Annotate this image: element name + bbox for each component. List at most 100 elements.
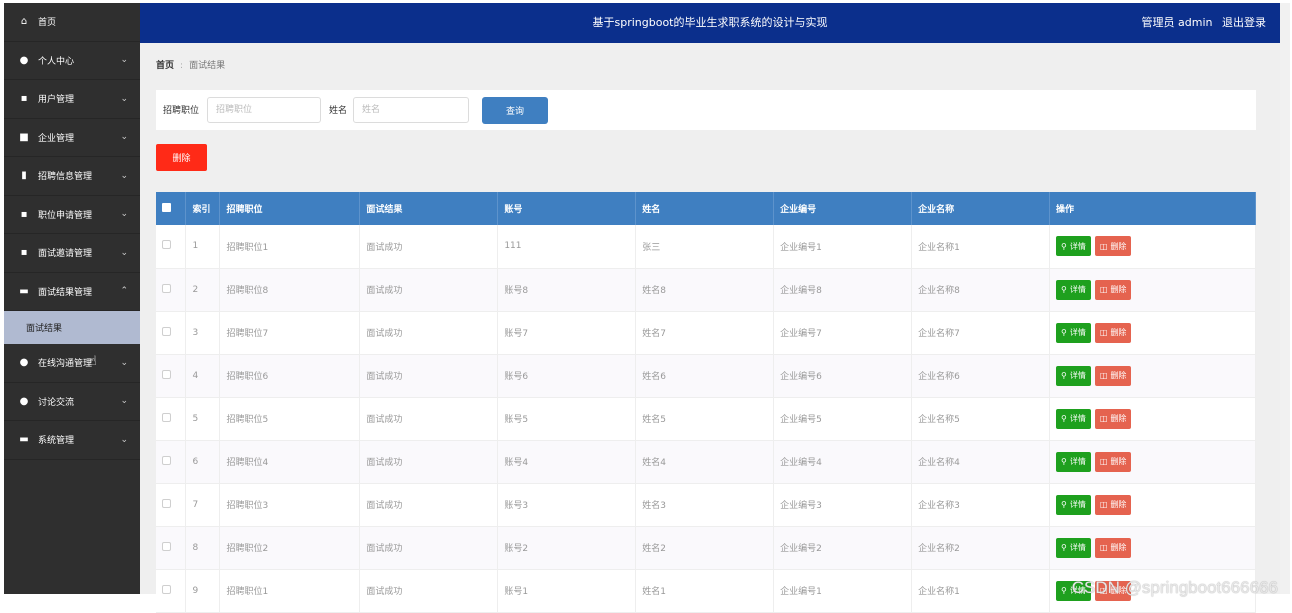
table-cell: 面试成功	[360, 569, 498, 612]
sidebar-item-10[interactable]: ▬系统管理⌄	[4, 421, 140, 460]
trash-icon: ◫	[1100, 414, 1108, 423]
vertical-scrollbar[interactable]	[1280, 3, 1290, 594]
admin-role-label: 管理员 admin	[1142, 16, 1213, 29]
table-cell: 招聘职位5	[220, 397, 360, 440]
row-actions: ⚲详情◫删除	[1050, 483, 1256, 526]
detail-label: 详情	[1070, 241, 1086, 252]
detail-button[interactable]: ⚲详情	[1056, 280, 1091, 300]
row-checkbox[interactable]	[162, 456, 171, 465]
table-cell: 面试成功	[360, 397, 498, 440]
sidebar-item-3[interactable]: ■企业管理⌄	[4, 119, 140, 158]
search-icon: ⚲	[1061, 500, 1067, 509]
table-cell: 企业编号4	[774, 440, 912, 483]
row-checkbox[interactable]	[162, 240, 171, 249]
sidebar-item-8[interactable]: ●在线沟通管理⌄	[4, 344, 140, 383]
detail-button[interactable]: ⚲详情	[1056, 366, 1091, 386]
table-cell: 企业名称1	[912, 225, 1050, 268]
search-icon: ⚲	[1061, 242, 1067, 251]
trash-icon: ◫	[1100, 500, 1108, 509]
chevron-down-icon: ⌄	[120, 132, 128, 142]
card-icon: ▬	[18, 285, 30, 297]
table-cell: 企业编号1	[774, 569, 912, 612]
delete-button[interactable]: ◫删除	[1095, 236, 1132, 256]
row-checkbox[interactable]	[162, 585, 171, 594]
row-checkbox[interactable]	[162, 284, 171, 293]
delete-label: 删除	[1110, 327, 1126, 338]
row-actions: ⚲详情◫删除	[1050, 311, 1256, 354]
row-select-cell	[156, 397, 186, 440]
table-cell: 5	[186, 397, 220, 440]
sidebar-subitem-interview-result[interactable]: 面试结果	[4, 311, 140, 344]
delete-button[interactable]: ◫删除	[1095, 495, 1132, 515]
table-row: 6招聘职位4面试成功账号4姓名4企业编号4企业名称4⚲详情◫删除	[156, 440, 1256, 483]
table-cell: 7	[186, 483, 220, 526]
name-search-input[interactable]	[353, 97, 469, 123]
table-cell: 111	[498, 225, 636, 268]
sidebar-item-2[interactable]: ▪用户管理⌄	[4, 80, 140, 119]
table-cell: 9	[186, 569, 220, 612]
row-checkbox[interactable]	[162, 327, 171, 336]
breadcrumb-home[interactable]: 首页	[156, 61, 174, 71]
detail-button[interactable]: ⚲详情	[1056, 538, 1091, 558]
row-actions: ⚲详情◫删除	[1050, 354, 1256, 397]
breadcrumb-current: 面试结果	[189, 61, 225, 71]
table-cell: 6	[186, 440, 220, 483]
trash-icon: ◫	[1100, 285, 1108, 294]
sidebar-item-7[interactable]: ▬面试结果管理⌃	[4, 273, 140, 312]
delete-button[interactable]: ◫删除	[1095, 366, 1132, 386]
search-button[interactable]: 查询	[482, 97, 548, 124]
row-checkbox[interactable]	[162, 413, 171, 422]
row-checkbox[interactable]	[162, 370, 171, 379]
detail-button[interactable]: ⚲详情	[1056, 452, 1091, 472]
logout-link[interactable]: 退出登录	[1222, 16, 1266, 29]
delete-button[interactable]: ◫删除	[1095, 409, 1132, 429]
bulk-delete-button[interactable]: 删除	[156, 144, 207, 171]
row-checkbox[interactable]	[162, 542, 171, 551]
sidebar-item-4[interactable]: ▮招聘信息管理⌄	[4, 157, 140, 196]
sidebar-item-5[interactable]: ▪职位申请管理⌄	[4, 196, 140, 235]
detail-button[interactable]: ⚲详情	[1056, 323, 1091, 343]
chevron-down-icon: ⌄	[120, 94, 128, 104]
delete-label: 删除	[1110, 456, 1126, 467]
delete-label: 删除	[1110, 413, 1126, 424]
detail-button[interactable]: ⚲详情	[1056, 495, 1091, 515]
detail-button[interactable]: ⚲详情	[1056, 236, 1091, 256]
select-all-header[interactable]	[156, 192, 186, 225]
position-search-input[interactable]	[207, 97, 321, 123]
table-cell: 企业名称2	[912, 526, 1050, 569]
delete-button[interactable]: ◫删除	[1095, 323, 1132, 343]
position-search-label: 招聘职位	[163, 103, 199, 116]
delete-button[interactable]: ◫删除	[1095, 538, 1132, 558]
delete-label: 删除	[1110, 542, 1126, 553]
chevron-down-icon: ⌄	[120, 358, 128, 368]
search-icon: ⚲	[1061, 371, 1067, 380]
column-header: 索引	[186, 192, 220, 225]
user-icon: ●	[18, 395, 30, 407]
row-checkbox[interactable]	[162, 499, 171, 508]
column-header: 企业编号	[774, 192, 912, 225]
detail-label: 详情	[1070, 327, 1086, 338]
sidebar-item-6[interactable]: ▪面试邀请管理⌄	[4, 234, 140, 273]
sidebar-item-9[interactable]: ●讨论交流⌄	[4, 383, 140, 422]
search-icon: ⚲	[1061, 586, 1067, 595]
select-all-checkbox[interactable]	[162, 203, 171, 212]
delete-label: 删除	[1110, 241, 1126, 252]
breadcrumb-separator: :	[180, 61, 183, 71]
header-user-area: 管理员 admin 退出登录	[1142, 3, 1266, 43]
table-cell: 姓名3	[636, 483, 774, 526]
table-cell: 企业名称6	[912, 354, 1050, 397]
column-header: 账号	[498, 192, 636, 225]
delete-button[interactable]: ◫删除	[1095, 452, 1132, 472]
row-select-cell	[156, 440, 186, 483]
detail-button[interactable]: ⚲详情	[1056, 409, 1091, 429]
clipboard-icon: ▮	[18, 170, 30, 182]
table-cell: 账号8	[498, 268, 636, 311]
sidebar-item-1[interactable]: ●个人中心⌄	[4, 42, 140, 81]
trash-icon: ◫	[1100, 242, 1108, 251]
row-actions: ⚲详情◫删除	[1050, 225, 1256, 268]
table-cell: 企业名称1	[912, 569, 1050, 612]
sidebar-item-0[interactable]: ⌂首页	[4, 3, 140, 42]
table-cell: 企业编号5	[774, 397, 912, 440]
delete-button[interactable]: ◫删除	[1095, 280, 1132, 300]
chevron-down-icon: ⌄	[120, 435, 128, 445]
